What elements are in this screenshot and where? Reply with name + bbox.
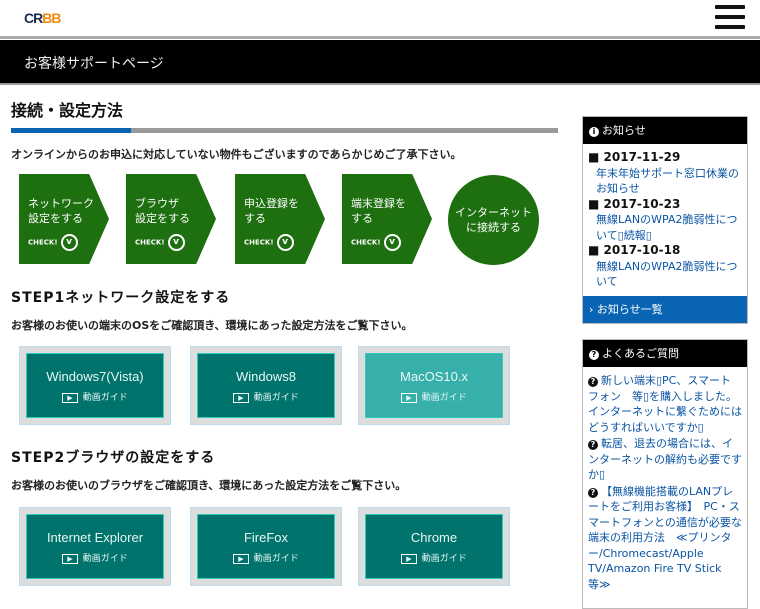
step-device[interactable]: 端末登録を する CHECK! v (342, 174, 432, 264)
divider (0, 36, 760, 39)
chevron-right-icon: › (589, 302, 594, 316)
step1-desc: お客様のお使いの端末のOSをご確認頂き、環境にあった設定方法をご覧下さい。 (11, 319, 413, 332)
banner-title: お客様サポートページ (24, 56, 164, 72)
step-application[interactable]: 申込登録を する CHECK! v (235, 174, 325, 264)
progress-bar (11, 128, 558, 133)
comment-icon: ■ (588, 196, 600, 211)
video-icon: ▶ (233, 393, 249, 403)
faq-link[interactable]: ? 新しい端末▯PC、スマートフォン 等▯を購入しました。インターネットに繋ぐため… (588, 373, 742, 435)
banner: お客様サポートページ (0, 40, 760, 85)
card-windows8[interactable]: Windows8 ▶ 動画ガイド (190, 346, 342, 425)
question-icon: ? (588, 440, 598, 450)
goal-connect-internet: インターネット に接続する (448, 175, 539, 265)
card-firefox[interactable]: FireFox ▶ 動画ガイド (190, 507, 342, 586)
step-network[interactable]: ネットワーク 設定をする CHECK! v (19, 174, 109, 264)
comment-icon: ■ (588, 243, 600, 257)
news-link[interactable]: 無線LANのWPA2脆弱性について▯続報▯ (588, 212, 742, 243)
card-macos[interactable]: MacOS10.x ▶ 動画ガイド (358, 346, 510, 425)
hamburger-menu-icon[interactable] (715, 5, 745, 29)
step1-heading: STEP1ネットワーク設定をする (11, 290, 231, 306)
question-icon: ? (588, 377, 598, 387)
check-chevron-icon: v (167, 234, 185, 251)
news-more-button[interactable]: › お知らせ一覧 (583, 295, 747, 323)
progress-fill (11, 128, 132, 133)
news-link[interactable]: 年末年始サポート窓口休業のお知らせ (588, 166, 742, 197)
info-icon: i (589, 127, 599, 137)
check-chevron-icon: v (383, 234, 401, 251)
card-chrome[interactable]: Chrome ▶ 動画ガイド (358, 507, 510, 586)
logo[interactable]: CRBB (24, 10, 61, 26)
news-box: i お知らせ ■ 2017-11-29 年末年始サポート窓口休業のお知らせ ■ 2… (582, 116, 748, 324)
step2-heading: STEP2ブラウザの設定をする (11, 450, 216, 466)
video-icon: ▶ (401, 554, 417, 564)
video-icon: ▶ (233, 554, 249, 564)
question-icon: ? (588, 487, 598, 498)
faq-box: ? よくあるご質問 ? 新しい端末▯PC、スマートフォン 等▯を購入しました。インタ… (582, 339, 748, 609)
card-windows7[interactable]: Windows7(Vista) ▶ 動画ガイド (19, 346, 171, 425)
video-icon: ▶ (62, 393, 78, 403)
faq-link[interactable]: ? 【無線機能搭載のLANプレートをご利用お客様】 PC・スマートフォンとの通信が… (588, 484, 742, 593)
video-icon: ▶ (401, 393, 417, 403)
question-icon: ? (589, 350, 599, 360)
notice-text: オンラインからのお申込に対応していない物件もございますのであらかじめご了承下さい… (11, 148, 462, 161)
comment-icon: ■ (588, 150, 600, 164)
check-chevron-icon: v (276, 234, 294, 251)
check-chevron-icon: v (60, 234, 78, 251)
step-browser[interactable]: ブラウザ 設定をする CHECK! v (126, 174, 216, 264)
news-link[interactable]: 無線LANのWPA2脆弱性について (588, 259, 742, 290)
faq-link[interactable]: ? 転居、退去の場合には、インターネットの解約も必要ですか▯ (588, 436, 742, 483)
page-title: 接続・設定方法 (11, 101, 124, 120)
card-ie[interactable]: Internet Explorer ▶ 動画ガイド (19, 507, 171, 586)
video-icon: ▶ (62, 554, 78, 564)
step2-desc: お客様のお使いのブラウザをご確認頂き、環境にあった設定方法をご覧下さい。 (11, 479, 407, 492)
